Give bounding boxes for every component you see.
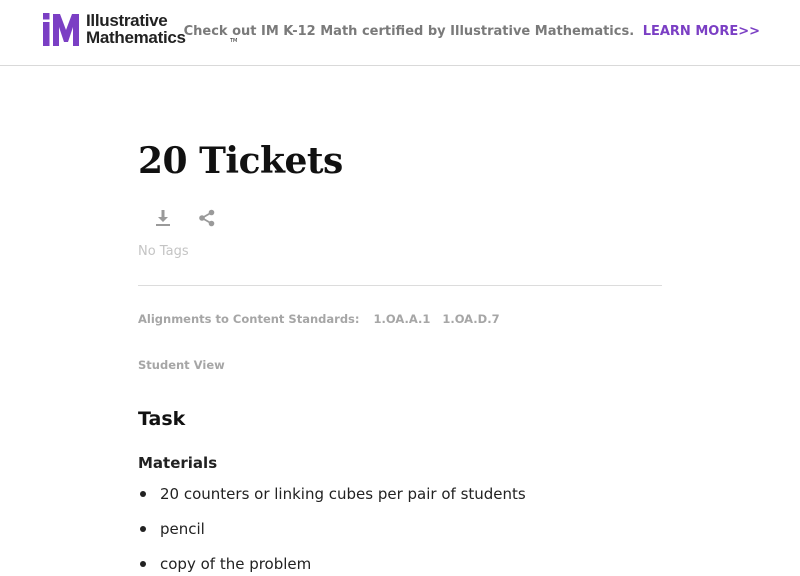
learn-more-link[interactable]: LEARN MORE>>: [643, 24, 760, 39]
logo-wordmark: Illustrative Mathematics: [86, 12, 186, 46]
share-button[interactable]: [196, 207, 218, 229]
promo-text: Check out IM K-12 Math certified by Illu…: [183, 24, 635, 39]
download-button[interactable]: [152, 207, 174, 229]
im-logo-mark-icon: [43, 13, 79, 46]
download-icon: [156, 210, 170, 226]
tags-text: No Tags: [138, 244, 189, 259]
site-header: Illustrative Mathematics TM Check out IM…: [0, 0, 800, 66]
materials-heading: Materials: [138, 454, 218, 472]
page-title: 20 Tickets: [138, 140, 343, 182]
logo-line-1: Illustrative: [86, 11, 168, 30]
list-item: 20 counters or linking cubes per pair of…: [138, 482, 526, 517]
list-item-text: pencil: [160, 520, 205, 538]
student-view-link[interactable]: Student View: [138, 358, 225, 372]
logo-line-2: Mathematics: [86, 28, 186, 47]
logo[interactable]: Illustrative Mathematics TM: [42, 11, 237, 47]
materials-list: 20 counters or linking cubes per pair of…: [138, 482, 526, 576]
list-item-text: copy of the problem: [160, 555, 312, 573]
list-item-text: 20 counters or linking cubes per pair of…: [160, 485, 526, 503]
action-icons: [152, 207, 218, 229]
standard-link[interactable]: 1.OA.D.7: [442, 312, 499, 326]
alignments-row: Alignments to Content Standards: 1.OA.A.…: [138, 312, 500, 326]
bullet: [140, 491, 146, 497]
standard-link[interactable]: 1.OA.A.1: [374, 312, 431, 326]
share-icon: [199, 209, 215, 227]
promo-banner: Check out IM K-12 Math certified by Illu…: [184, 24, 760, 39]
divider: [138, 285, 662, 286]
bullet: [140, 526, 146, 532]
list-item: copy of the problem: [138, 552, 526, 576]
list-item: pencil: [138, 517, 526, 552]
task-heading: Task: [138, 408, 186, 430]
bullet: [140, 561, 146, 567]
alignments-label: Alignments to Content Standards:: [138, 312, 360, 326]
